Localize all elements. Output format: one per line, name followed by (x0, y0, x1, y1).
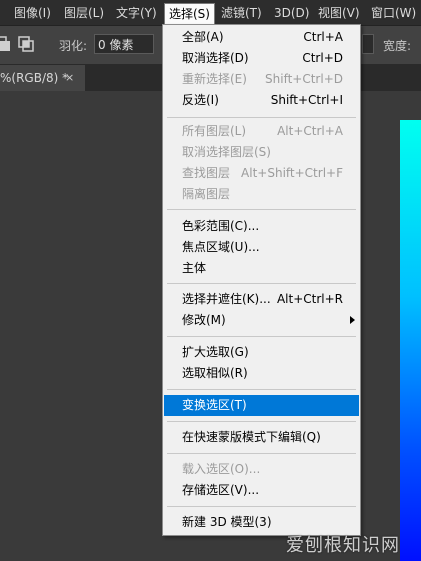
document-canvas[interactable] (400, 120, 421, 561)
select-menu: 全部(A) Ctrl+A 取消选择(D) Ctrl+D 重新选择(E) Shif… (162, 24, 361, 536)
menu-separator (167, 117, 356, 118)
menu-separator (167, 421, 356, 422)
menu-window[interactable]: 窗口(W) (367, 4, 420, 23)
menu-type[interactable]: 文字(Y) (112, 4, 161, 23)
menu-item-focus-area[interactable]: 焦点区域(U)... (164, 237, 359, 258)
menu-item-subject[interactable]: 主体 (164, 258, 359, 279)
menu-item-deselect-layers: 取消选择图层(S) (182, 145, 271, 159)
width-label: 宽度: (383, 39, 412, 53)
menu-item-reselect: 重新选择(E) Shift+Ctrl+D (182, 72, 343, 86)
menu-item-save-selection[interactable]: 存储选区(V)... (164, 480, 359, 501)
menu-item-find-layers: 查找图层 Alt+Shift+Ctrl+F (182, 166, 343, 180)
menu-item-deselect[interactable]: 取消选择(D) Ctrl+D (164, 48, 359, 69)
menu-item-modify[interactable]: 修改(M) (164, 310, 359, 331)
menu-item-all-layers: 所有图层(L) Alt+Ctrl+A (182, 124, 343, 138)
menu-view[interactable]: 视图(V) (314, 4, 364, 23)
menu-item-inverse[interactable]: 反选(I) Shift+Ctrl+I (164, 90, 359, 111)
document-tab[interactable]: %(RGB/8) * × (0, 65, 85, 91)
menu-item-quick-mask[interactable]: 在快速蒙版模式下编辑(Q) (164, 427, 359, 448)
menu-bar: 图像(I) 图层(L) 文字(Y) 选择(S) 滤镜(T) 3D(D) 视图(V… (0, 0, 421, 26)
menu-separator (167, 453, 356, 454)
watermark: 爱刨根知识网 (286, 535, 400, 556)
menu-filter[interactable]: 滤镜(T) (217, 4, 266, 23)
menu-item-new-3d-model[interactable]: 新建 3D 模型(3) (164, 512, 359, 533)
menu-item-load-selection: 载入选区(O)... (182, 462, 261, 476)
menu-separator (167, 336, 356, 337)
menu-item-select-and-mask[interactable]: 选择并遮住(K)... Alt+Ctrl+R (164, 289, 359, 310)
document-tab-title: %(RGB/8) * (0, 71, 69, 85)
menu-item-transform-selection[interactable]: 变换选区(T) (164, 395, 359, 416)
menu-image[interactable]: 图像(I) (10, 4, 55, 23)
menu-select[interactable]: 选择(S) (164, 3, 215, 25)
menu-3d[interactable]: 3D(D) (270, 4, 313, 23)
menu-item-grow[interactable]: 扩大选取(G) (164, 342, 359, 363)
menu-item-isolate-layers: 隔离图层 (182, 187, 231, 201)
selection-mode-icon[interactable] (0, 35, 12, 53)
menu-item-color-range[interactable]: 色彩范围(C)... (164, 216, 359, 237)
feather-input[interactable]: 0 像素 (94, 34, 154, 54)
menu-separator (167, 506, 356, 507)
menu-separator (167, 389, 356, 390)
feather-label: 羽化: (59, 39, 88, 53)
menu-separator (167, 209, 356, 210)
style-dropdown[interactable] (362, 34, 374, 54)
menu-item-similar[interactable]: 选取相似(R) (164, 363, 359, 384)
submenu-arrow-icon (350, 316, 355, 324)
menu-item-all[interactable]: 全部(A) Ctrl+A (164, 27, 359, 48)
intersect-selection-icon[interactable] (17, 35, 35, 53)
menu-separator (167, 283, 356, 284)
close-icon[interactable]: × (65, 65, 74, 91)
menu-layer[interactable]: 图层(L) (60, 4, 108, 23)
